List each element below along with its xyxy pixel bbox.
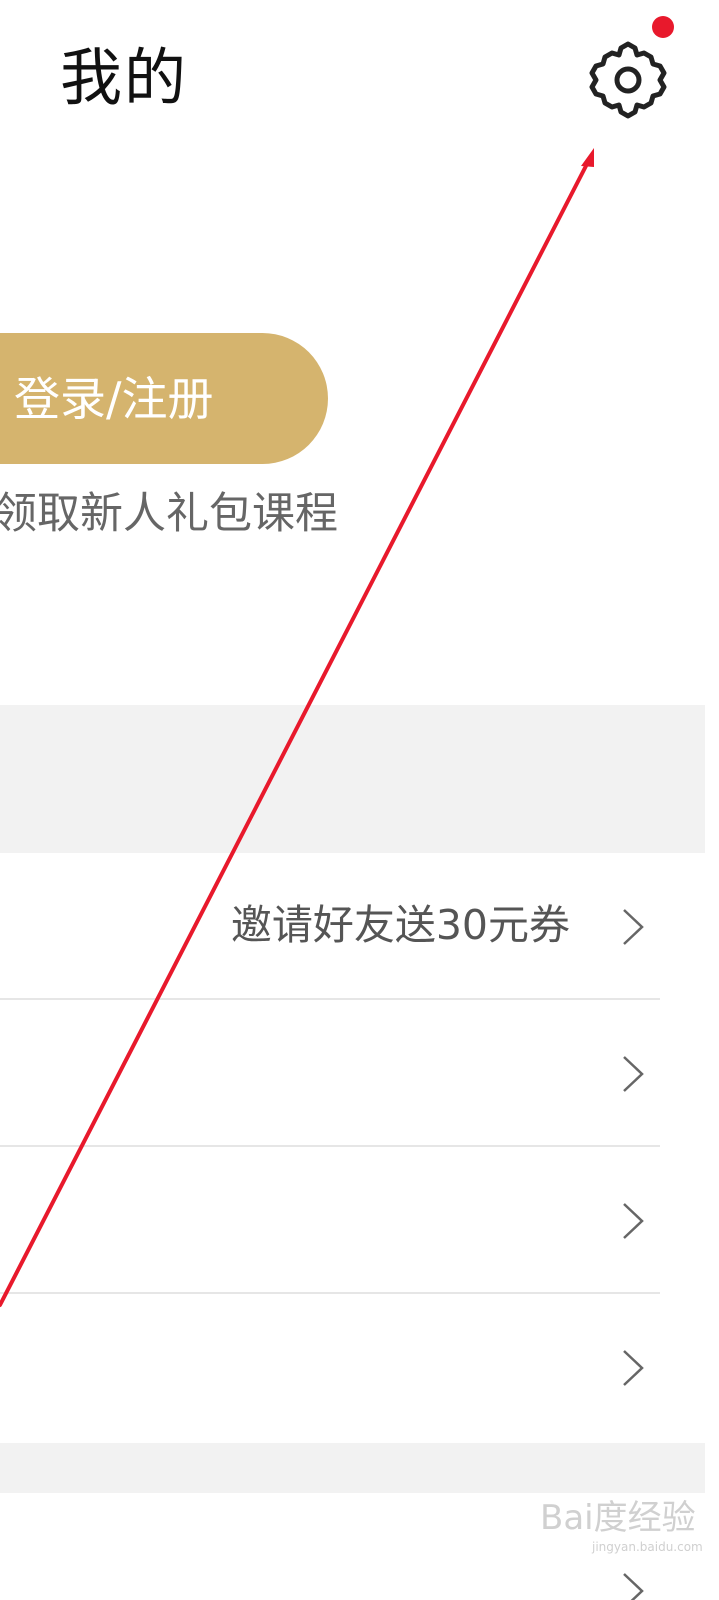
chevron-right-icon [623, 1350, 644, 1386]
right-edge [705, 0, 719, 1600]
notification-dot [652, 16, 674, 38]
menu-row-value: 邀请好友送30元券 [230, 901, 570, 949]
section-gap [0, 705, 705, 853]
menu-row-invite-friends[interactable]: 邀请好友送30元券 [0, 853, 705, 1000]
login-register-label: 登录/注册 [14, 372, 214, 426]
baidu-jingyan-watermark: Bai度经验 jingyan.baidu.com [540, 1496, 710, 1560]
chevron-right-icon [623, 1203, 644, 1239]
chevron-right-icon [623, 1573, 644, 1600]
my-page-screen: 我的 登录/注册 领取新人礼包课程 邀请好友送30元券 Bai度经验 jingy… [0, 0, 719, 1600]
settings-button[interactable] [582, 36, 674, 120]
chevron-right-icon [623, 909, 644, 945]
chevron-right-icon [623, 1056, 644, 1092]
menu-row[interactable] [0, 1000, 705, 1147]
watermark-brand: Bai度经验 [540, 1498, 696, 1538]
section-gap [0, 1443, 705, 1493]
menu-row[interactable] [0, 1294, 705, 1441]
login-register-button[interactable]: 登录/注册 [0, 333, 328, 464]
gear-icon [589, 41, 667, 119]
watermark-url: jingyan.baidu.com [592, 1540, 703, 1554]
page-title: 我的 [60, 41, 189, 114]
menu-row[interactable] [0, 1147, 705, 1294]
new-user-gift-promo: 领取新人礼包课程 [0, 489, 338, 539]
